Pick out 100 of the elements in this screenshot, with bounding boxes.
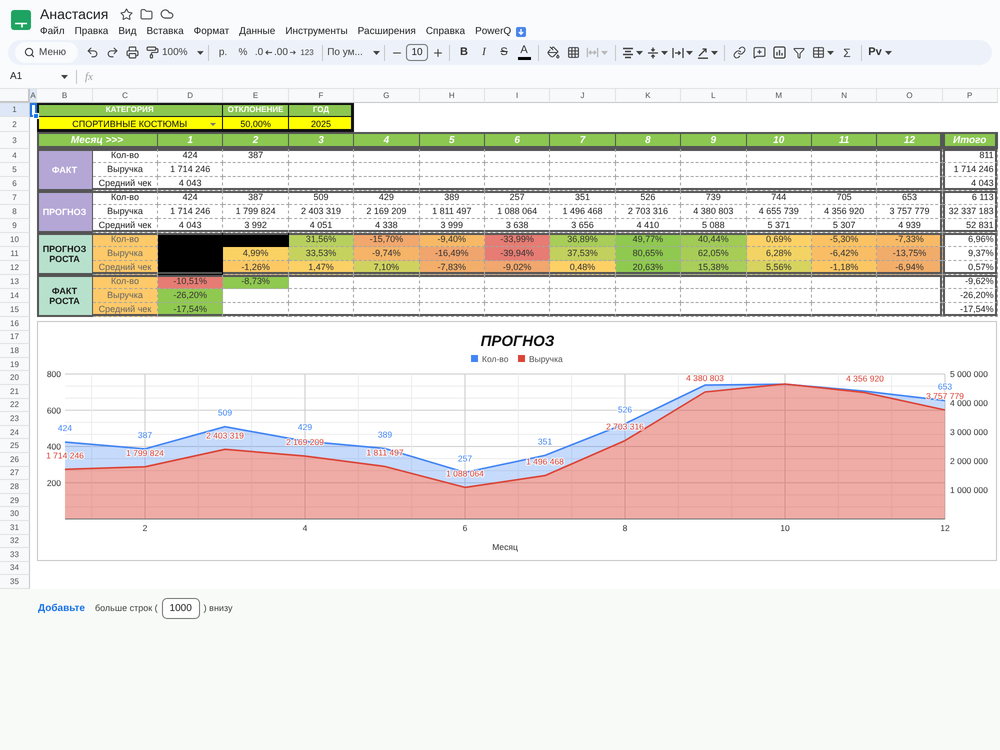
menu-item[interactable]: Справка: [420, 25, 470, 38]
row-header[interactable]: 14: [0, 289, 30, 303]
column-header[interactable]: N: [812, 89, 878, 103]
menu-search-field[interactable]: Меню: [15, 42, 78, 63]
row-header[interactable]: 23: [0, 412, 30, 426]
row-header[interactable]: 18: [0, 344, 30, 358]
column-header[interactable]: I: [484, 89, 550, 103]
name-box[interactable]: A1: [10, 68, 70, 86]
row-header[interactable]: 22: [0, 398, 30, 412]
column-header[interactable]: J: [550, 89, 616, 103]
folder-icon[interactable]: [140, 8, 154, 20]
font-select[interactable]: По ум...: [327, 42, 380, 62]
row-header[interactable]: 33: [0, 548, 30, 562]
column-header[interactable]: A: [30, 89, 37, 103]
table-cell: 389: [420, 191, 485, 205]
row-header[interactable]: 34: [0, 562, 30, 576]
add-rows-link[interactable]: Добавьте: [38, 598, 85, 619]
row-header[interactable]: 32: [0, 534, 30, 548]
table-cell: 6,28%: [746, 247, 812, 261]
diagonal-arrow-icon: [697, 46, 709, 58]
menu-item[interactable]: Вставка: [141, 25, 189, 38]
row-header[interactable]: 7: [0, 191, 30, 205]
menu-item[interactable]: PowerQ: [470, 25, 516, 38]
star-icon[interactable]: [120, 8, 134, 20]
addon-button[interactable]: Pv: [866, 42, 894, 62]
menu-item[interactable]: Расширения: [352, 25, 421, 38]
percent-format-button[interactable]: %: [233, 42, 253, 62]
row-label: Кол-во: [93, 233, 158, 247]
row-header[interactable]: 19: [0, 358, 30, 372]
menu-item[interactable]: Формат: [188, 25, 234, 38]
table-cell: 4,99%: [223, 247, 289, 261]
row-header[interactable]: 25: [0, 439, 30, 453]
column-header[interactable]: P: [942, 89, 998, 103]
column-header[interactable]: L: [681, 89, 747, 103]
row-header[interactable]: 24: [0, 426, 30, 440]
table-cell: 31,56%: [288, 233, 354, 247]
row-header[interactable]: 31: [0, 520, 30, 534]
column-header[interactable]: F: [288, 89, 354, 103]
row-header[interactable]: 12: [0, 261, 30, 275]
download-icon[interactable]: [516, 26, 526, 36]
row-header[interactable]: 16: [0, 317, 30, 331]
functions-button[interactable]: Σ: [837, 42, 857, 62]
column-header[interactable]: B: [37, 89, 93, 103]
column-header[interactable]: O: [877, 89, 943, 103]
column-header[interactable]: M: [746, 89, 812, 103]
row-header[interactable]: 9: [0, 219, 30, 233]
row-header[interactable]: 1: [0, 103, 30, 117]
menu-item[interactable]: Файл: [35, 25, 70, 38]
strikethrough-button[interactable]: S: [494, 42, 514, 62]
table-cell: 705: [812, 191, 878, 205]
fill-handle-icon[interactable]: [33, 113, 39, 119]
category-dropdown[interactable]: СПОРТИВНЫЕ КОСТЮМЫ: [37, 117, 224, 132]
menu-item[interactable]: Правка: [70, 25, 114, 38]
row-label: Кол-во: [93, 149, 158, 163]
row-header[interactable]: 5: [0, 163, 30, 177]
column-header[interactable]: E: [223, 89, 289, 103]
column-header[interactable]: C: [93, 89, 158, 103]
row-header[interactable]: 11: [0, 247, 30, 261]
row-header[interactable]: 28: [0, 480, 30, 494]
cloud-icon[interactable]: [160, 7, 174, 21]
row-header[interactable]: 4: [0, 149, 30, 163]
row-header[interactable]: 21: [0, 384, 30, 399]
column-header[interactable]: H: [420, 89, 485, 103]
row-header[interactable]: 20: [0, 371, 30, 385]
row-label: Средний чек: [93, 177, 158, 191]
currency-format-button[interactable]: р.: [213, 42, 233, 62]
column-header[interactable]: G: [354, 89, 420, 103]
font-size-field[interactable]: 10: [406, 44, 428, 61]
table-cell: -15,70%: [354, 233, 420, 247]
number-format-button[interactable]: 123: [296, 42, 318, 62]
table-header: Итого: [942, 132, 998, 149]
menu-item[interactable]: Данные: [234, 25, 280, 38]
italic-button[interactable]: I: [474, 42, 494, 62]
column-header[interactable]: D: [158, 89, 224, 103]
row-header[interactable]: 3: [0, 132, 30, 149]
axis-label: 6: [462, 523, 468, 533]
row-header[interactable]: 6: [0, 177, 30, 191]
row-header[interactable]: 26: [0, 452, 30, 467]
row-header[interactable]: 17: [0, 330, 30, 344]
row-header[interactable]: 30: [0, 507, 30, 521]
row-header[interactable]: 10: [0, 233, 30, 247]
row-count-field[interactable]: 1000: [162, 598, 200, 619]
menu-item[interactable]: Инструменты: [280, 25, 353, 38]
increase-decimals-button[interactable]: .00: [274, 42, 296, 62]
row-header[interactable]: 8: [0, 205, 30, 219]
row-header[interactable]: 27: [0, 466, 30, 480]
document-title[interactable]: Анастасия: [40, 6, 108, 22]
filter-icon: [793, 46, 805, 58]
bold-button[interactable]: B: [454, 42, 474, 62]
zoom-select[interactable]: 100%: [162, 42, 204, 62]
decrease-decimals-button[interactable]: .0: [253, 42, 274, 62]
text-color-button[interactable]: A: [514, 42, 534, 62]
row-header[interactable]: 29: [0, 494, 30, 508]
menu-item[interactable]: Вид: [113, 25, 142, 38]
row-header[interactable]: 2: [0, 117, 30, 132]
table-cell: 2 703 316: [616, 205, 682, 219]
column-header[interactable]: K: [616, 89, 682, 103]
row-header[interactable]: 13: [0, 275, 30, 289]
row-header[interactable]: 35: [0, 575, 30, 589]
row-header[interactable]: 15: [0, 303, 30, 317]
